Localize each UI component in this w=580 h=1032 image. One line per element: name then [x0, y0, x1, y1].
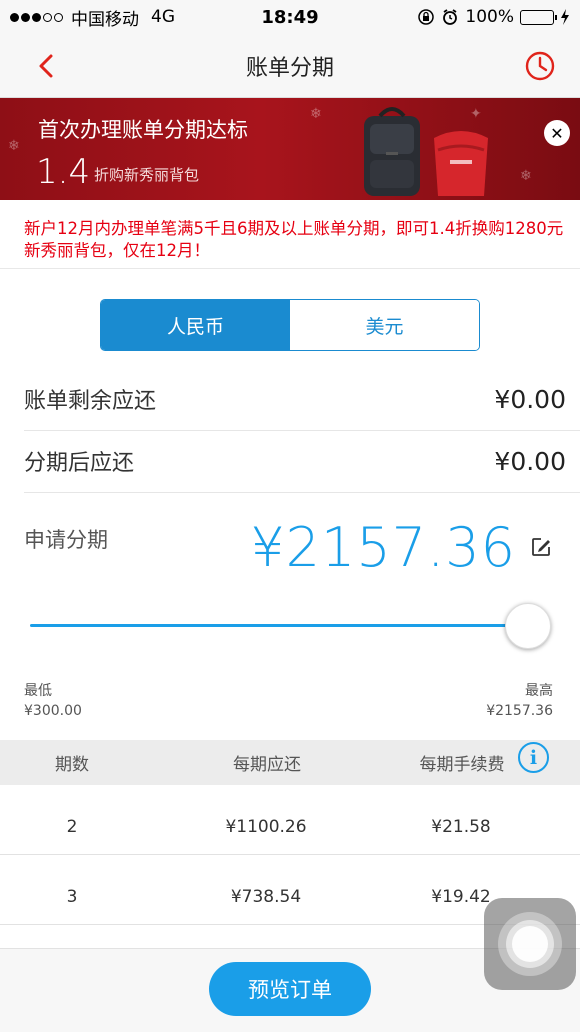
- nav-bar: 账单分期: [0, 34, 580, 98]
- column-header-per-period: 每期应还: [233, 755, 301, 775]
- preview-order-button[interactable]: 预览订单: [209, 962, 371, 1016]
- remaining-value: ¥0.00: [494, 384, 566, 414]
- max-value: ¥2157.36: [486, 703, 553, 719]
- banner-close-button[interactable]: ✕: [544, 120, 570, 146]
- banner-discount-number: 1.4: [36, 152, 91, 192]
- edit-icon: [532, 538, 550, 556]
- battery-icon: [520, 9, 557, 25]
- tab-rmb[interactable]: 人民币: [101, 300, 290, 350]
- min-label: 最低: [24, 683, 52, 699]
- table-row[interactable]: 2 ¥1100.26 ¥21.58: [0, 793, 580, 863]
- status-left: 中国移动 4G: [10, 5, 417, 30]
- assistive-touch-ring: [498, 912, 562, 976]
- column-header-periods: 期数: [55, 755, 89, 775]
- table-header: 期数 每期应还 每期手续费: [0, 740, 580, 785]
- backpack-image: [364, 107, 420, 196]
- cell-fee: ¥21.58: [431, 817, 491, 837]
- fee-info-icon[interactable]: i: [518, 742, 549, 773]
- page-title: 账单分期: [245, 55, 334, 81]
- snowflake-icon: ❄: [310, 106, 322, 122]
- assistive-touch-core: [512, 926, 548, 962]
- chevron-left-icon: [39, 54, 53, 78]
- after-label: 分期后应还: [24, 451, 135, 476]
- edit-amount-button[interactable]: [530, 536, 552, 558]
- tab-usd[interactable]: 美元: [290, 300, 479, 350]
- charging-icon: [561, 9, 569, 25]
- after-row: 分期后应还 ¥0.00: [24, 430, 566, 492]
- snowflake-icon: ❄: [520, 168, 532, 184]
- column-header-fee: 每期手续费: [419, 755, 505, 775]
- alarm-icon: [443, 9, 458, 25]
- snowflake-icon: ❄: [8, 138, 20, 154]
- divider: [24, 492, 580, 493]
- divider: [0, 268, 580, 269]
- banner-title: 首次办理账单分期达标: [38, 118, 248, 142]
- battery-percent: 100%: [465, 7, 514, 27]
- assistive-touch-ring: [506, 920, 554, 968]
- cell-periods: 3: [66, 887, 78, 907]
- amount-slider-thumb[interactable]: [505, 603, 551, 649]
- close-icon: ✕: [550, 123, 564, 143]
- back-button[interactable]: [28, 48, 64, 84]
- cell-periods: 2: [66, 817, 78, 837]
- promo-notice: 新户12月内办理单笔满5千且6期及以上账单分期，即可1.4折换购1280元新秀丽…: [24, 219, 564, 260]
- orientation-lock-icon: [418, 9, 435, 25]
- min-value: ¥300.00: [24, 703, 82, 719]
- currency-switch: 人民币 美元: [100, 299, 480, 351]
- network-type: 4G: [151, 7, 175, 27]
- divider: [0, 854, 580, 855]
- remaining-row: 账单剩余应还 ¥0.00: [24, 368, 566, 430]
- apply-label: 申请分期: [24, 528, 108, 552]
- amount-slider-track[interactable]: [30, 624, 528, 627]
- banner-discount-text: 折购新秀丽背包: [94, 166, 200, 184]
- promo-banner[interactable]: ❄ ❄ ❄ ✦ 首次办理账单分期达标 1.4 折购新秀丽背包 ✕: [0, 98, 580, 200]
- carrier-name: 中国移动: [71, 9, 139, 30]
- cell-per-period: ¥1100.26: [225, 817, 307, 837]
- apply-amount: ¥2157.36: [250, 516, 516, 579]
- red-bag-image: [434, 131, 488, 196]
- history-button[interactable]: [522, 48, 558, 84]
- remaining-label: 账单剩余应还: [24, 389, 157, 414]
- cell-per-period: ¥738.54: [230, 887, 302, 907]
- signal-strength-icon: [10, 7, 65, 27]
- max-label: 最高: [525, 683, 553, 699]
- assistive-touch-button[interactable]: [484, 898, 576, 990]
- status-right: 100%: [417, 7, 570, 27]
- status-bar: 中国移动 4G 18:49 100%: [0, 0, 580, 34]
- clock-icon: [525, 51, 555, 81]
- after-value: ¥0.00: [494, 446, 566, 476]
